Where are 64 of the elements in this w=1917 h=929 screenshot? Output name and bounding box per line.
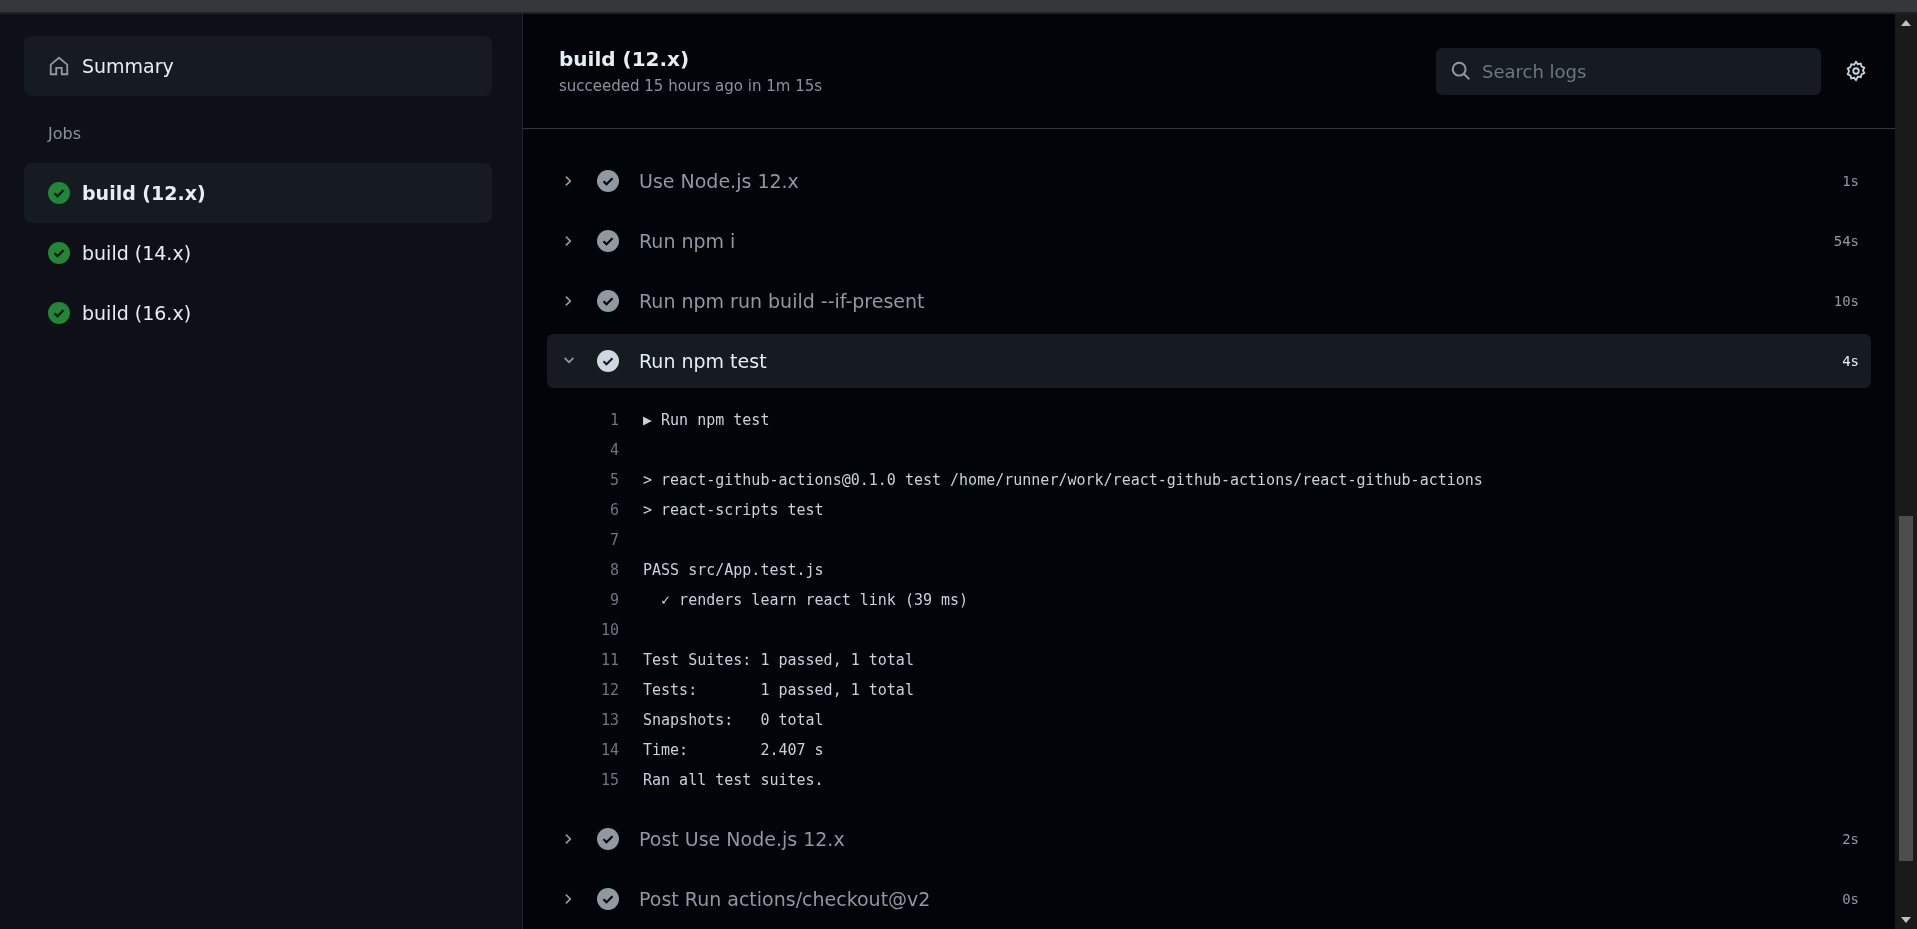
check-circle-icon <box>597 170 619 192</box>
check-circle-icon <box>48 302 70 324</box>
step-duration: 2s <box>1842 831 1859 847</box>
log-line-text: Snapshots: 0 total <box>643 711 824 729</box>
step-name: Run npm test <box>639 350 768 372</box>
line-number: 4 <box>608 441 620 459</box>
step-name: Use Node.js 12.x <box>639 170 800 192</box>
step-name: Post Use Node.js 12.x <box>639 828 846 850</box>
line-number: 10 <box>599 621 620 639</box>
step-row[interactable]: Post Use Node.js 12.x 2s <box>547 809 1871 869</box>
search-field[interactable]: Search logs <box>1436 47 1821 95</box>
log-line-text: > react-scripts test <box>643 501 824 519</box>
log-line-text: Ran all test suites. <box>643 771 824 789</box>
step-duration: 4s <box>1842 353 1859 369</box>
check-circle-icon <box>597 350 619 372</box>
scrollbar[interactable] <box>1895 14 1917 929</box>
step-row[interactable]: Run npm run build --if-present 10s <box>547 271 1871 331</box>
job-status-text: succeeded 15 hours ago in 1m 15s <box>559 77 824 95</box>
line-number: 13 <box>599 711 620 729</box>
scroll-down-icon <box>1901 917 1911 923</box>
scroll-up-icon <box>1901 20 1911 26</box>
check-circle-icon <box>48 242 70 264</box>
step-duration: 10s <box>1833 293 1859 309</box>
summary-link[interactable]: Summary <box>24 36 492 96</box>
job-item[interactable]: build (14.x) <box>24 223 492 283</box>
check-circle-icon <box>597 290 619 312</box>
step-row[interactable]: Post Run actions/checkout@v2 0s <box>547 869 1871 929</box>
job-title: build (12.x) <box>559 47 691 71</box>
step-row[interactable]: Run npm test 4s <box>547 334 1871 388</box>
line-number: 6 <box>608 501 620 519</box>
log-line-text: ▶ Run npm test <box>643 411 770 429</box>
step-duration: 0s <box>1842 891 1859 907</box>
log-line-text: PASS src/App.test.js <box>643 561 824 579</box>
line-number: 9 <box>608 591 620 609</box>
line-number: 8 <box>608 561 620 579</box>
jobs-heading: Jobs <box>46 123 82 145</box>
log-line-text: Time: 2.407 s <box>643 741 824 759</box>
step-row[interactable]: Run npm i 54s <box>547 211 1871 271</box>
line-number: 15 <box>599 771 620 789</box>
job-item[interactable]: build (12.x) <box>24 163 492 223</box>
step-duration: 1s <box>1842 173 1859 189</box>
line-number: 14 <box>599 741 620 759</box>
step-name: Run npm i <box>639 230 737 252</box>
check-circle-icon <box>597 888 619 910</box>
line-number: 7 <box>608 531 620 549</box>
settings-icon <box>1845 60 1867 82</box>
line-number: 5 <box>608 471 620 489</box>
check-circle-icon <box>597 828 619 850</box>
scrollbar-thumb[interactable] <box>1899 516 1913 861</box>
line-number: 11 <box>599 651 620 669</box>
check-circle-icon <box>48 182 70 204</box>
step-duration: 54s <box>1833 233 1859 249</box>
line-number: 1 <box>608 411 620 429</box>
step-name: Run npm run build --if-present <box>639 290 926 312</box>
log-line-text: > react-github-actions@0.1.0 test /home/runner/work/react-github-actions/react-github-actions <box>643 471 1483 489</box>
job-item[interactable]: build (16.x) <box>24 283 492 343</box>
line-number: 12 <box>599 681 620 699</box>
step-name: Post Run actions/checkout@v2 <box>639 888 932 910</box>
log-line-text: Tests: 1 passed, 1 total <box>643 681 914 699</box>
step-row[interactable]: Use Node.js 12.x 1s <box>547 151 1871 211</box>
check-circle-icon <box>597 230 619 252</box>
log-line-text: Test Suites: 1 passed, 1 total <box>643 651 914 669</box>
log-line-text: ✓ renders learn react link (39 ms) <box>660 591 969 609</box>
home-icon <box>48 55 70 77</box>
